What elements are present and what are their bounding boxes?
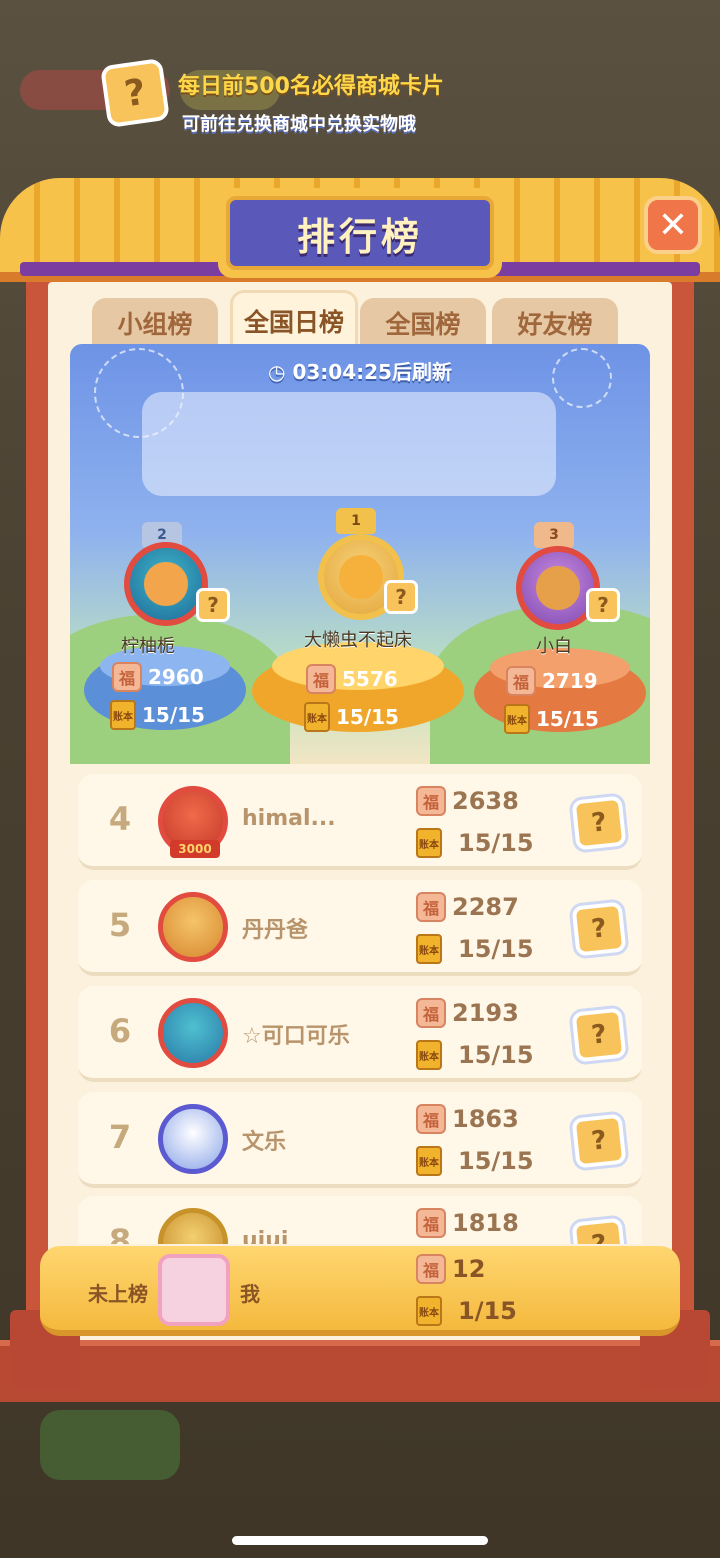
question-card-icon[interactable]: ? xyxy=(571,1007,627,1063)
coin-icon: 福 xyxy=(506,666,536,696)
page-title: 排行榜 xyxy=(296,214,423,259)
tab-friends[interactable]: 好友榜 xyxy=(492,298,618,348)
coin-icon: 福 xyxy=(112,662,142,692)
question-card-icon[interactable]: ? xyxy=(571,1217,627,1244)
avatar[interactable] xyxy=(158,998,228,1068)
table-row[interactable]: 7 文乐 福 1863 账本 15/15 ? xyxy=(78,1092,642,1188)
coin-icon: 福 xyxy=(416,998,446,1028)
my-progress: 账本 1/15 xyxy=(416,1296,517,1326)
player-name: uiui xyxy=(242,1228,289,1244)
rank-number: 7 xyxy=(108,1118,132,1156)
coin-icon: 福 xyxy=(416,1208,446,1238)
coin-icon: 福 xyxy=(416,892,446,922)
coin-icon: 福 xyxy=(306,664,336,694)
podium-progress-3: 账本 15/15 xyxy=(504,704,599,734)
podium-name-1: 大懒虫不起床 xyxy=(304,630,412,651)
player-score: 福 1863 xyxy=(416,1104,519,1134)
player-score: 福 2287 xyxy=(416,892,519,922)
coin-icon: 福 xyxy=(416,1104,446,1134)
reward-banner xyxy=(142,392,556,496)
countdown-suffix: 后刷新 xyxy=(391,360,452,384)
table-row[interactable]: 6 ☆可口可乐 福 2193 账本 15/15 ? xyxy=(78,986,642,1082)
player-score: 福 2638 xyxy=(416,786,519,816)
player-name: 文乐 xyxy=(242,1130,287,1155)
question-card-icon: ? xyxy=(384,580,418,614)
player-name: himal... xyxy=(242,806,336,831)
question-card-icon: ? xyxy=(99,57,171,129)
podium-name-2: 柠柚栀 xyxy=(121,636,175,657)
title-plate: 排行榜 xyxy=(218,188,502,278)
tab-label: 小组榜 xyxy=(117,310,193,339)
close-icon: ✕ xyxy=(657,204,689,246)
banner-subtext: 可前往兑换商城中兑换实物哦 xyxy=(182,114,416,135)
rank-number: 6 xyxy=(108,1012,132,1050)
ranking-list[interactable]: 4 3000 himal... 福 2638 账本 15/15 ? 5 丹丹爸 福2… xyxy=(78,774,642,1244)
book-icon: 账本 xyxy=(416,1296,442,1326)
avatar[interactable] xyxy=(158,892,228,962)
player-name: ☆可口可乐 xyxy=(242,1024,350,1049)
table-row[interactable]: 8 uiui 福1818 ? xyxy=(78,1196,642,1244)
coin-icon: 福 xyxy=(416,1254,446,1284)
refresh-countdown: ◷ 03:04:25后刷新 xyxy=(70,356,650,385)
rank-badge-1: 1 xyxy=(336,508,376,534)
player-progress: 账本 15/15 xyxy=(416,1040,534,1070)
tab-label: 全国榜 xyxy=(385,310,461,339)
question-card-icon[interactable]: ? xyxy=(571,795,627,851)
podium-score-3: 福 2719 xyxy=(506,666,598,696)
question-card-icon: ? xyxy=(196,588,230,622)
table-row[interactable]: 4 3000 himal... 福 2638 账本 15/15 ? xyxy=(78,774,642,870)
my-name: 我 xyxy=(240,1282,260,1306)
podium-name-3: 小白 xyxy=(536,636,572,657)
podium-progress-1: 账本 15/15 xyxy=(304,702,399,732)
book-icon: 账本 xyxy=(110,700,136,730)
player-progress: 账本 15/15 xyxy=(416,934,534,964)
book-icon: 账本 xyxy=(504,704,530,734)
book-icon: 账本 xyxy=(416,828,442,858)
player-name: 丹丹爸 xyxy=(242,918,309,943)
panel-base xyxy=(0,1340,720,1402)
tab-bar: 小组榜 全国日榜 全国榜 好友榜 xyxy=(92,290,622,348)
rank-number: 5 xyxy=(108,906,132,944)
avatar-badge: 3000 xyxy=(170,840,220,858)
player-score: 福 2193 xyxy=(416,998,519,1028)
book-icon: 账本 xyxy=(304,702,330,732)
player-score: 福 1818 xyxy=(416,1208,519,1238)
podium-score-2: 福 2960 xyxy=(112,662,204,692)
book-icon: 账本 xyxy=(416,1040,442,1070)
tab-label: 好友榜 xyxy=(517,310,593,339)
player-progress: 账本 15/15 xyxy=(416,828,534,858)
tab-national[interactable]: 全国榜 xyxy=(360,298,486,348)
question-card-icon: ? xyxy=(586,588,620,622)
home-indicator[interactable] xyxy=(232,1536,488,1545)
coin-icon: 福 xyxy=(416,786,446,816)
banner-headline: 每日前500名必得商城卡片 xyxy=(178,74,444,99)
rank-number: 4 xyxy=(108,800,132,838)
rank-number: 8 xyxy=(108,1222,132,1244)
podium-score-1: 福 5576 xyxy=(306,664,398,694)
background-decor xyxy=(40,1410,180,1480)
close-button[interactable]: ✕ xyxy=(644,196,702,254)
question-card-icon[interactable]: ? xyxy=(571,901,627,957)
podium-progress-2: 账本 15/15 xyxy=(110,700,205,730)
tab-national-daily[interactable]: 全国日榜 xyxy=(230,290,358,348)
my-rank-status: 未上榜 xyxy=(88,1282,148,1306)
tab-label: 全国日榜 xyxy=(243,307,344,337)
book-icon: 账本 xyxy=(416,1146,442,1176)
player-progress: 账本 15/15 xyxy=(416,1146,534,1176)
avatar[interactable] xyxy=(158,1104,228,1174)
rank-badge-3: 3 xyxy=(534,522,574,548)
avatar[interactable] xyxy=(158,1208,228,1244)
question-card-icon[interactable]: ? xyxy=(571,1113,627,1169)
tab-group[interactable]: 小组榜 xyxy=(92,298,218,348)
clock-icon: ◷ xyxy=(268,360,286,384)
my-score: 福 12 xyxy=(416,1254,485,1284)
avatar[interactable] xyxy=(158,1254,230,1326)
book-icon: 账本 xyxy=(416,934,442,964)
table-row[interactable]: 5 丹丹爸 福 2287 账本 15/15 ? xyxy=(78,880,642,976)
countdown-time: 03:04:25 xyxy=(292,360,392,384)
my-rank-bar[interactable]: 未上榜 我 福 12 账本 1/15 xyxy=(40,1246,680,1336)
